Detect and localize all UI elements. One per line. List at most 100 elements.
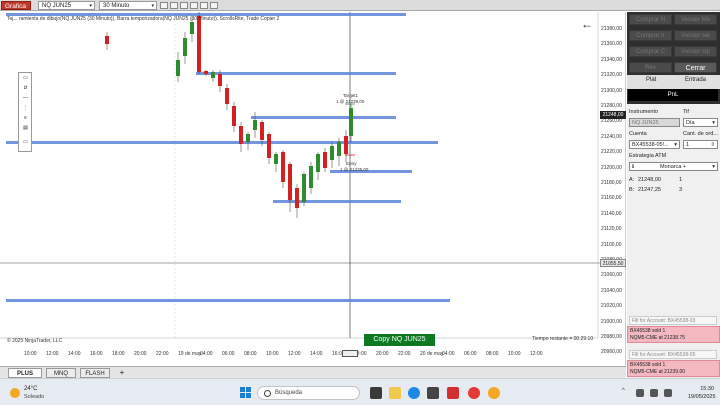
tab-mnq[interactable]: MNQ: [46, 368, 76, 378]
line-icon[interactable]: —: [21, 95, 30, 102]
target-detail: 1 @ 21239,00: [336, 99, 365, 104]
toolbar-tool-icon[interactable]: [160, 2, 168, 9]
tray-chevron-icon[interactable]: ^: [622, 388, 625, 394]
instrument-field-label: Instrumento: [629, 109, 659, 115]
ninjatrader-icon[interactable]: [447, 387, 459, 399]
weather-temperature[interactable]: 24°C: [24, 386, 37, 392]
weather-description[interactable]: Soleado: [24, 394, 44, 400]
taskbar-search[interactable]: Búsqueda: [257, 386, 360, 400]
close-position-button[interactable]: Cerrar: [674, 62, 717, 73]
tif-select[interactable]: Día ▾: [683, 118, 718, 127]
fill-line: NQM5-CME at 21238.75: [630, 335, 686, 341]
target-label: Target1: [343, 93, 359, 98]
pnl-display: PnL: [628, 89, 718, 101]
task-view-icon[interactable]: [370, 387, 382, 399]
account-select[interactable]: BX45538-05!... ▾: [629, 140, 680, 149]
sell-limit-button[interactable]: Vender set: [674, 30, 717, 41]
toolbar-tool-icon[interactable]: [170, 2, 178, 9]
add-tab-button[interactable]: +: [117, 368, 127, 378]
price-tick-label: 21380,00: [601, 26, 622, 32]
instrument-field[interactable]: NQ JUN25: [629, 118, 680, 127]
app-icon[interactable]: [488, 387, 500, 399]
copy-instrument-button[interactable]: Copy NQ JUN25: [364, 334, 435, 346]
sell-market-button[interactable]: Vender Me: [674, 14, 717, 25]
horizontal-level-line: [6, 141, 438, 144]
candle-body: [204, 71, 208, 74]
app-icon[interactable]: [468, 387, 480, 399]
fill-line: NQM5-CME at 21239.00: [630, 369, 686, 375]
toolbar-tool-icon[interactable]: [210, 2, 218, 9]
price-tick-label: 21300,00: [601, 87, 622, 94]
price-chart[interactable]: Tej... ramienta de dibujo(NQ JUN25 (30 M…: [0, 12, 626, 365]
current-price-label: 21055,50: [600, 259, 626, 267]
sun-icon[interactable]: [10, 388, 20, 398]
bid-price: 21247,25: [638, 187, 661, 193]
stepper-icon[interactable]: ⇳: [710, 141, 715, 149]
price-tick-label: 21280,00: [601, 103, 622, 109]
toolbar-tool-icon[interactable]: [200, 2, 208, 9]
toolbar-tool-icon[interactable]: [190, 2, 198, 9]
candle-body: [232, 106, 236, 126]
time-tick-label: 10:00: [266, 351, 279, 357]
price-tick-label: 21100,00: [601, 241, 622, 248]
chevron-down-icon: ▾: [89, 3, 92, 9]
candle-body: [309, 166, 313, 188]
candle-body: [330, 146, 334, 160]
system-clock[interactable]: 15:30 19/05/2025: [688, 385, 716, 401]
chevron-down-icon: ▾: [712, 164, 715, 170]
instrument-selector[interactable]: NQ JUN25 ▾: [38, 1, 95, 10]
tab-entry[interactable]: Entrada: [685, 77, 706, 83]
time-tick-label: 14:00: [310, 351, 323, 357]
candle-body: [225, 88, 229, 104]
period-label: 30 Minuto: [103, 3, 130, 9]
text-icon[interactable]: ▤: [21, 125, 30, 132]
account-field-label: Cuenta: [629, 131, 647, 137]
price-tick-label: 21240,00: [601, 133, 622, 140]
position-tabs: Plat Entrada: [627, 75, 720, 89]
atm-strategy-select[interactable]: ℹ Monarca + ▾: [629, 162, 718, 171]
tab-flash[interactable]: FLASH: [80, 368, 110, 378]
back-arrow-icon[interactable]: ←: [581, 17, 593, 31]
candles-group: [105, 12, 353, 218]
buy-stop-button[interactable]: Comprar C: [629, 46, 672, 57]
price-marker-label: 21248,00: [600, 111, 626, 119]
chart-tab[interactable]: Grafica: [1, 1, 31, 10]
sell-stop-button[interactable]: Vender stp: [674, 46, 717, 57]
network-icon[interactable]: [636, 389, 644, 397]
chevron-down-icon: ▾: [151, 3, 154, 9]
toolbar-tool-icon[interactable]: [180, 2, 188, 9]
ruler-icon[interactable]: ⋮: [21, 105, 30, 112]
chevron-down-icon: ▾: [674, 142, 677, 148]
time-tick-label: 16:00: [90, 351, 103, 357]
buy-market-button[interactable]: Comprar N: [629, 14, 672, 25]
tab-plus[interactable]: PLUS: [8, 368, 42, 378]
store-icon[interactable]: [427, 387, 439, 399]
fill-notification[interactable]: BX45538 sold 1 NQM5-CME at 21239.00: [627, 360, 720, 377]
candle-body: [105, 36, 109, 44]
tab-flat[interactable]: Plat: [646, 77, 656, 83]
indicator-info: Tej... ramienta de dibujo(NQ JUN25 (30 M…: [7, 16, 280, 22]
period-selector[interactable]: 30 Minuto ▾: [99, 1, 157, 10]
fill-line: BX45538 sold 1: [630, 328, 666, 334]
file-explorer-icon[interactable]: [389, 387, 401, 399]
quantity-stepper[interactable]: 1 ⇳: [683, 140, 718, 149]
buy-limit-button[interactable]: Comprar Ir: [629, 30, 672, 41]
time-tick-label: 19 de may.: [178, 351, 203, 357]
rectangle-icon[interactable]: ▭: [21, 139, 30, 146]
drawing-toolbar: ▭ ⇵ — ⋮ ≡ ▤ ▭: [18, 72, 32, 152]
fib-icon[interactable]: ≡: [21, 115, 30, 122]
time-tick-label: 20 de may.: [420, 351, 445, 357]
magnet-icon[interactable]: ⇵: [21, 85, 30, 92]
volume-icon[interactable]: [650, 389, 658, 397]
edge-browser-icon[interactable]: [408, 387, 420, 399]
fill-notification[interactable]: BX45538 sold 1 NQM5-CME at 21238.75: [627, 326, 720, 343]
tif-value: Día: [686, 120, 695, 126]
price-tick-label: 21180,00: [601, 180, 622, 186]
time-tick-label: 10:00: [508, 351, 521, 357]
price-tick-label: 21140,00: [601, 210, 622, 217]
battery-icon[interactable]: [664, 389, 672, 397]
reverse-button[interactable]: Rev: [629, 62, 672, 73]
windows-start-icon[interactable]: [240, 387, 251, 398]
cursor-icon[interactable]: ▭: [21, 75, 30, 82]
time-tick-label: 06:00: [464, 351, 477, 357]
